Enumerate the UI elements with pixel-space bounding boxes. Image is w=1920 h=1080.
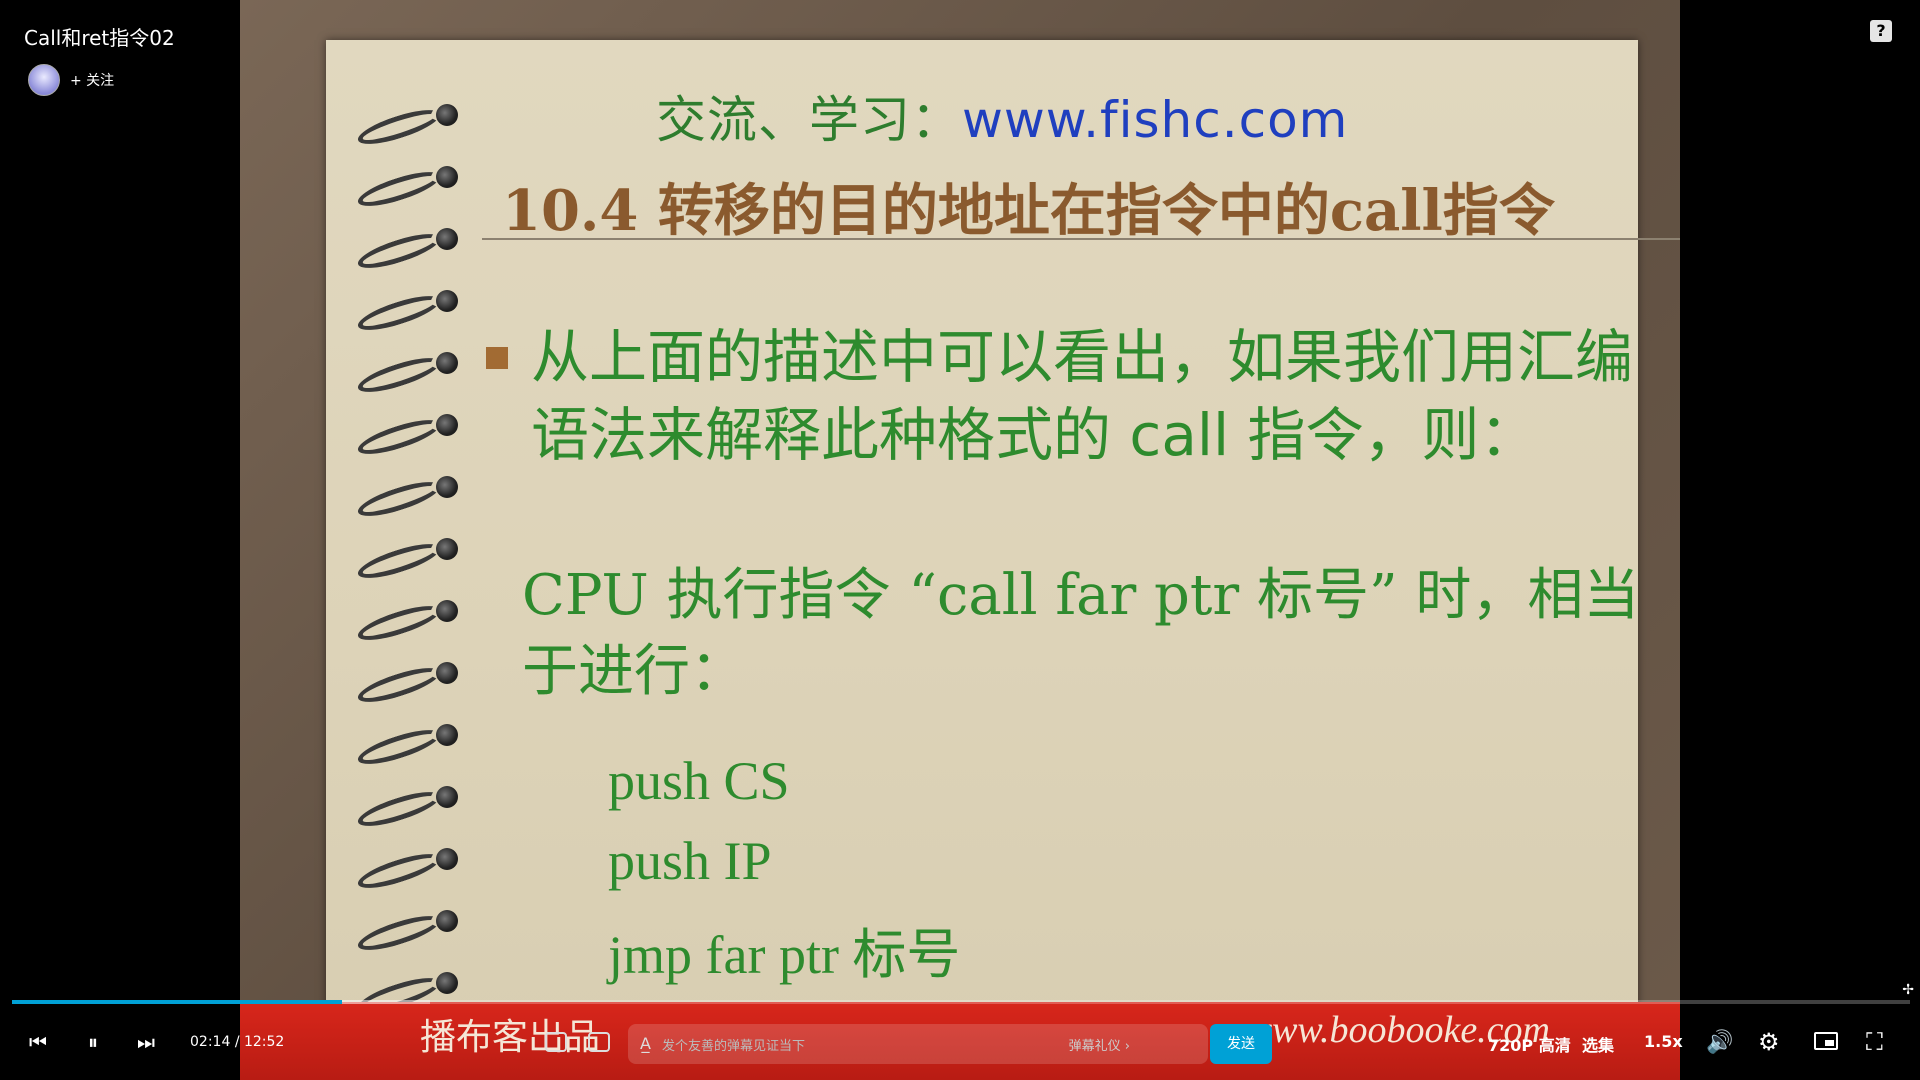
danmaku-etiquette-link[interactable]: 弹幕礼仪 › [1069,1035,1130,1054]
text-style-icon[interactable]: A̲ [640,1034,651,1053]
current-time: 02:14 [190,1034,231,1050]
next-icon[interactable]: ⏭ [134,1028,158,1056]
spiral-ring [348,412,458,461]
video-title: Call和ret指令02 [24,26,175,50]
slide-title: 10.4 转移的目的地址在指令中的call指令 [502,178,1555,244]
progress-marker-icon[interactable]: ✢ [1902,982,1914,998]
code-line: jmp far ptr 标号 [608,925,961,985]
video-frame[interactable]: 交流、学习：www.fishc.com 10.4 转移的目的地址在指令中的cal… [240,0,1680,1080]
time-separator: / [234,1034,240,1050]
help-icon[interactable]: ? [1870,20,1892,42]
follow-button[interactable]: + 关注 [70,70,114,90]
volume-icon[interactable]: 🔊 [1706,1030,1733,1055]
danmaku-input[interactable]: A̲ 发个友善的弹幕见证当下 弹幕礼仪 › [628,1024,1208,1064]
gear-icon[interactable]: ⚙ [1758,1028,1780,1056]
spiral-ring [348,226,458,275]
site-prefix: 交流、学习： [656,91,962,149]
send-button[interactable]: 发送 [1210,1024,1272,1064]
spiral-ring [348,660,458,709]
quality-select[interactable]: 720P 高清 [1488,1032,1571,1056]
pip-icon[interactable] [1814,1032,1838,1050]
prev-icon[interactable]: ⏮ [26,1028,50,1056]
spiral-ring [348,598,458,647]
speed-select[interactable]: 1.5x [1644,1032,1683,1051]
spiral-ring [348,350,458,399]
danmaku-settings-icon[interactable] [588,1032,610,1052]
pause-icon[interactable]: ⏸ [80,1028,106,1056]
spiral-ring [348,536,458,585]
progress-bar[interactable] [12,1000,1910,1004]
slide-paper: 交流、学习：www.fishc.com 10.4 转移的目的地址在指令中的cal… [326,40,1680,1050]
fullscreen-icon[interactable]: ⛶ [1866,1028,1883,1056]
spiral-ring [348,474,458,523]
progress-fill [12,1000,343,1004]
spiral-ring [348,102,458,151]
danmaku-placeholder: 发个友善的弹幕见证当下 [662,1039,806,1054]
spiral-binding [348,102,458,1032]
code-line: push IP [608,831,772,891]
duration: 12:52 [243,1034,285,1050]
divider [482,238,1680,240]
site-header: 交流、学习：www.fishc.com [656,80,1348,152]
bullet-icon [486,347,508,369]
spiral-ring [348,164,458,213]
danmaku-toggle-icon[interactable] [545,1032,567,1052]
time-display: 02:14 / 12:52 [190,1034,284,1050]
control-bar: ⏮ ⏸ ⏭ 02:14 / 12:52 A̲ 发个友善的弹幕见证当下 弹幕礼仪 … [0,1012,1920,1072]
avatar[interactable] [28,64,60,96]
spiral-ring [348,846,458,895]
code-line: push CS [608,751,790,811]
episodes-button[interactable]: 选集 [1582,1032,1614,1056]
spiral-ring [348,908,458,957]
spiral-ring [348,784,458,833]
site-url: www.fishc.com [962,91,1349,149]
spiral-ring [348,722,458,771]
spiral-ring [348,288,458,337]
cpu-text: CPU 执行指令 “call far ptr 标号” 时，相当于进行： [522,563,1640,704]
bullet-text: 从上面的描述中可以看出，如果我们用汇编语法来解释此种格式的 call 指令，则： [531,323,1634,469]
